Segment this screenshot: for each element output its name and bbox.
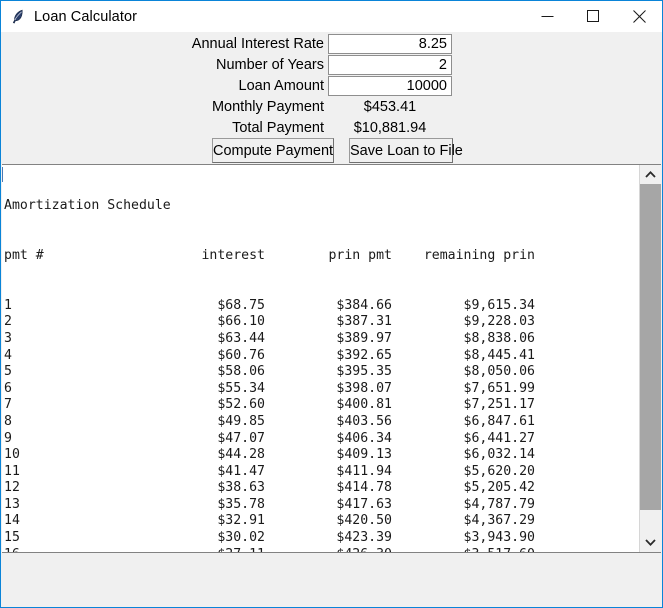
- table-row: 11 $41.47 $411.94 $5,620.20: [4, 464, 638, 481]
- table-row: 5 $58.06 $395.35 $8,050.06: [4, 364, 638, 381]
- close-button[interactable]: [616, 1, 662, 32]
- table-row: 9 $47.07 $406.34 $6,441.27: [4, 431, 638, 448]
- cell-remaining: $6,847.61: [463, 413, 535, 429]
- feather-icon: [12, 9, 23, 24]
- title-bar: Loan Calculator: [1, 1, 662, 32]
- annual-interest-rate-input[interactable]: [328, 34, 452, 54]
- monthly-payment-label: Monthly Payment: [211, 99, 324, 115]
- schedule-header-row: pmt # interest prin pmt remaining prin: [4, 248, 638, 265]
- number-of-years-label: Number of Years: [215, 57, 324, 73]
- table-row: 12 $38.63 $414.78 $5,205.42: [4, 480, 638, 497]
- cell-remaining: $8,050.06: [463, 364, 535, 380]
- table-row: 15 $30.02 $423.39 $3,943.90: [4, 530, 638, 547]
- loan-amount-label: Loan Amount: [238, 78, 324, 94]
- cell-remaining: $9,615.34: [463, 297, 535, 313]
- table-row: 6 $55.34 $398.07 $7,651.99: [4, 381, 638, 398]
- field-row-monthly-payment: Monthly Payment: [2, 97, 324, 118]
- text-caret: [2, 167, 3, 182]
- chevron-up-icon: [645, 171, 656, 178]
- total-payment-label: Total Payment: [232, 120, 324, 136]
- loan-form: Annual Interest Rate Number of Years Loa…: [2, 32, 661, 164]
- schedule-title-line: Amortization Schedule: [4, 198, 638, 215]
- cell-remaining: $6,032.14: [463, 447, 535, 463]
- table-row: 10 $44.28 $409.13 $6,032.14: [4, 447, 638, 464]
- cell-remaining: $7,651.99: [463, 380, 535, 396]
- field-row-total-payment: Total Payment: [2, 118, 324, 139]
- scrollbar-thumb[interactable]: [640, 184, 661, 510]
- schedule-title: Amortization Schedule: [4, 198, 171, 214]
- header-remaining: remaining prin: [423, 247, 535, 263]
- table-row: 7 $52.60 $400.81 $7,251.17: [4, 397, 638, 414]
- scroll-up-button[interactable]: [640, 165, 661, 184]
- table-row: 13 $35.78 $417.63 $4,787.79: [4, 497, 638, 514]
- compute-payment-button[interactable]: Compute Payment: [212, 138, 334, 163]
- loan-calculator-window: Loan Calculator Annual Interest Rate 8.2…: [0, 0, 663, 608]
- field-row-number-of-years: Number of Years: [2, 55, 324, 76]
- total-payment-value: $10,881.94: [353, 120, 427, 136]
- field-row-annual-interest-rate: Annual Interest Rate: [2, 34, 324, 55]
- window-title: Loan Calculator: [34, 8, 138, 25]
- bottom-panel: [2, 553, 661, 607]
- cell-remaining: $4,367.29: [463, 513, 535, 529]
- table-row: 3 $63.44 $389.97 $8,838.06: [4, 331, 638, 348]
- cell-remaining: $9,228.03: [463, 314, 535, 330]
- chevron-down-icon: [645, 539, 656, 546]
- cell-remaining: $8,838.06: [463, 330, 535, 346]
- cell-remaining: $3,943.90: [463, 530, 535, 546]
- monthly-payment-value: $453.41: [363, 99, 417, 115]
- cell-remaining: $6,441.27: [463, 430, 535, 446]
- minimize-button[interactable]: [524, 1, 570, 32]
- scroll-down-button[interactable]: [640, 533, 661, 552]
- cell-remaining: $5,205.42: [463, 480, 535, 496]
- table-row: 8 $49.85 $403.56 $6,847.61: [4, 414, 638, 431]
- table-row: 1 $68.75 $384.66 $9,615.34: [4, 298, 638, 315]
- loan-amount-input[interactable]: [328, 76, 452, 96]
- cell-remaining: $5,620.20: [463, 463, 535, 479]
- table-row: 14 $32.91 $420.50 $4,367.29: [4, 513, 638, 530]
- table-row: 4 $60.76 $392.65 $8,445.41: [4, 348, 638, 365]
- vertical-scrollbar[interactable]: [639, 165, 661, 552]
- window-controls: [524, 1, 662, 32]
- amortization-schedule-textarea[interactable]: Amortization Schedule pmt # interest pri…: [2, 164, 661, 553]
- cell-remaining: $8,445.41: [463, 347, 535, 363]
- field-row-loan-amount: Loan Amount: [2, 76, 324, 97]
- cell-remaining: $7,251.17: [463, 397, 535, 413]
- number-of-years-input[interactable]: [328, 55, 452, 75]
- schedule-content: Amortization Schedule pmt # interest pri…: [4, 165, 638, 552]
- annual-interest-rate-label: Annual Interest Rate: [191, 36, 324, 52]
- table-row: 2 $66.10 $387.31 $9,228.03: [4, 314, 638, 331]
- save-loan-to-file-button[interactable]: Save Loan to File: [349, 138, 463, 163]
- maximize-button[interactable]: [570, 1, 616, 32]
- cell-remaining: $4,787.79: [463, 496, 535, 512]
